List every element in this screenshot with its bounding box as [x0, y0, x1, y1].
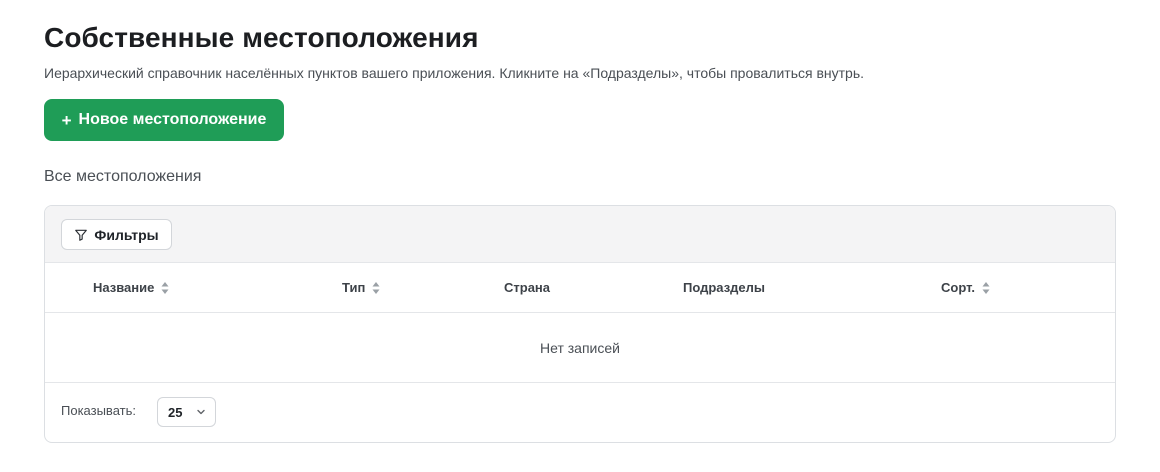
page-subtitle: Иерархический справочник населённых пунк…	[44, 65, 865, 81]
column-label-name: Название	[93, 280, 155, 295]
column-header-subsections: Подразделы	[683, 263, 765, 312]
chevron-down-icon	[197, 409, 205, 415]
new-location-button[interactable]: + Новое местоположение	[44, 99, 284, 141]
filters-button[interactable]: Фильтры	[61, 219, 172, 250]
column-header-type[interactable]: Тип	[342, 263, 380, 312]
filter-icon	[74, 228, 88, 242]
column-header-name[interactable]: Название	[93, 263, 169, 312]
sort-icon	[372, 281, 380, 294]
sort-icon	[982, 281, 990, 294]
locations-table: Фильтры Название Тип Страна Подразделы С…	[44, 205, 1116, 443]
column-header-sort[interactable]: Сорт.	[941, 263, 990, 312]
new-location-label: Новое местоположение	[78, 111, 267, 128]
column-label-country: Страна	[504, 280, 551, 295]
table-footer: Показывать: 25	[45, 383, 1115, 442]
page-size-value: 25	[168, 404, 183, 420]
page: Собственные местоположения Иерархический…	[0, 0, 1160, 472]
column-label-type: Тип	[342, 280, 366, 295]
table-toolbar: Фильтры	[45, 206, 1115, 263]
column-label-sort: Сорт.	[941, 280, 975, 295]
page-size-select[interactable]: 25	[157, 397, 216, 427]
page-size-label: Показывать:	[61, 403, 136, 418]
section-label: Все местоположения	[44, 168, 202, 185]
filters-label: Фильтры	[94, 226, 159, 243]
page-title: Собственные местоположения	[44, 22, 479, 53]
column-header-country: Страна	[504, 263, 550, 312]
column-label-subsections: Подразделы	[683, 280, 765, 295]
table-header: Название Тип Страна Подразделы Сорт.	[45, 263, 1115, 313]
plus-icon: +	[61, 110, 72, 130]
sort-icon	[161, 281, 169, 294]
empty-state: Нет записей	[45, 313, 1115, 383]
